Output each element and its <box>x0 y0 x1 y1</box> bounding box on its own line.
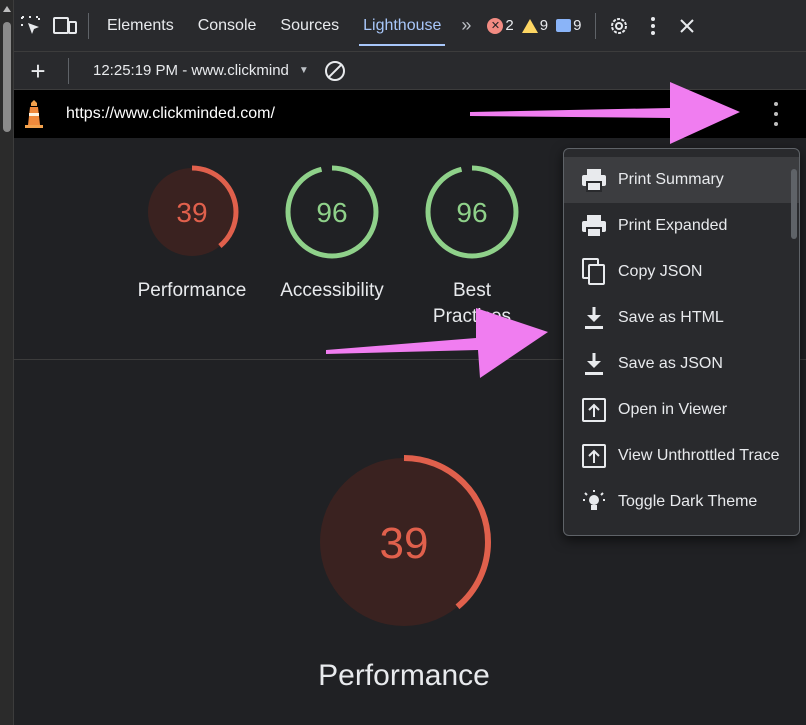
menu-item-label: View Unthrottled Trace <box>618 447 780 464</box>
report-options-menu: Print Summary Print Expanded Copy JSON S… <box>563 148 800 536</box>
scroll-up-icon[interactable] <box>3 6 11 12</box>
big-gauge-ring: 39 <box>317 455 491 629</box>
gauge-score: 39 <box>380 519 429 568</box>
menu-item-open-viewer[interactable]: Open in Viewer <box>564 387 799 433</box>
menu-item-label: Copy JSON <box>618 263 703 280</box>
gauge-performance[interactable]: 39 Performance <box>122 164 262 304</box>
error-icon: ✕ <box>487 17 504 34</box>
menu-scrollbar[interactable] <box>791 169 797 239</box>
gauge-label: Accessibility <box>280 280 384 301</box>
menu-item-label: Print Summary <box>618 171 724 188</box>
gauge-performance-ring: 39 <box>145 165 239 259</box>
toolbar-separator <box>68 57 69 84</box>
tab-sources[interactable]: Sources <box>268 0 351 52</box>
menu-item-print-summary[interactable]: Print Summary <box>564 157 799 203</box>
gauge-score: 96 <box>456 197 487 228</box>
open-in-icon <box>578 440 610 472</box>
tab-elements[interactable]: Elements <box>95 0 186 52</box>
new-report-button[interactable]: + <box>14 52 62 90</box>
gear-icon[interactable] <box>602 0 636 52</box>
menu-item-label: Save as HTML <box>618 309 724 326</box>
menu-item-save-html[interactable]: Save as HTML <box>564 295 799 341</box>
clear-reports-icon[interactable] <box>324 60 345 81</box>
menu-item-toggle-dark[interactable]: Toggle Dark Theme <box>564 479 799 525</box>
menu-item-label: Open in Viewer <box>618 401 728 418</box>
device-toolbar-icon[interactable] <box>48 0 82 52</box>
devtools-tab-bar: Elements Console Sources Lighthouse » ✕ … <box>14 0 806 52</box>
gauge-accessibility[interactable]: 96 Accessibility <box>262 164 402 304</box>
tab-separator <box>595 12 597 39</box>
gauge-label-line1: Best <box>452 280 492 301</box>
printer-icon <box>578 210 610 242</box>
report-url[interactable]: https://www.clickminded.com/ <box>66 105 275 123</box>
copy-icon <box>578 256 610 288</box>
gauge-score: 39 <box>176 197 207 228</box>
report-menu-icon[interactable] <box>772 102 780 126</box>
messages-badge[interactable]: 9 <box>556 17 581 34</box>
menu-item-print-expanded[interactable]: Print Expanded <box>564 203 799 249</box>
tab-separator <box>88 12 89 39</box>
left-scrollbar[interactable] <box>0 0 14 725</box>
report-select[interactable]: 12:25:19 PM - www.clickmind ▼ <box>93 62 309 79</box>
menu-item-save-json[interactable]: Save as JSON <box>564 341 799 387</box>
annotation-arrow-icon <box>470 82 740 144</box>
chevron-down-icon: ▼ <box>298 65 309 76</box>
gauge-label: Performance <box>137 280 247 301</box>
big-gauge-label: Performance <box>318 659 490 692</box>
warnings-badge[interactable]: 9 <box>521 17 549 34</box>
download-icon <box>578 348 610 380</box>
more-options-icon[interactable] <box>636 0 670 52</box>
tab-console[interactable]: Console <box>186 0 269 52</box>
close-icon[interactable] <box>670 0 704 52</box>
menu-item-copy-json[interactable]: Copy JSON <box>564 249 799 295</box>
printer-icon <box>578 164 610 196</box>
warnings-count: 9 <box>539 17 549 34</box>
inspect-element-icon[interactable] <box>14 0 48 52</box>
warning-icon <box>521 18 538 33</box>
tab-lighthouse[interactable]: Lighthouse <box>351 0 453 52</box>
report-select-value: 12:25:19 PM - www.clickmind <box>93 62 289 79</box>
gauge-accessibility-ring: 96 <box>285 165 379 259</box>
lightbulb-icon <box>578 486 610 518</box>
annotation-arrow-icon <box>326 308 548 378</box>
menu-item-view-trace[interactable]: View Unthrottled Trace <box>564 433 799 479</box>
scrollbar-thumb[interactable] <box>3 22 11 132</box>
errors-count: 2 <box>505 17 514 34</box>
gauge-score: 96 <box>316 197 347 228</box>
more-tabs-icon[interactable]: » <box>453 15 479 36</box>
performance-big-gauge: 39 Performance <box>314 452 494 693</box>
errors-badge[interactable]: ✕ 2 <box>487 17 514 34</box>
menu-item-label: Save as JSON <box>618 355 723 372</box>
download-icon <box>578 302 610 334</box>
message-icon <box>556 19 572 32</box>
menu-item-label: Toggle Dark Theme <box>618 493 758 510</box>
gauge-best-practices-ring: 96 <box>425 165 519 259</box>
open-in-icon <box>578 394 610 426</box>
lighthouse-logo-icon <box>14 90 54 138</box>
messages-count: 9 <box>573 17 582 34</box>
menu-item-label: Print Expanded <box>618 217 728 234</box>
